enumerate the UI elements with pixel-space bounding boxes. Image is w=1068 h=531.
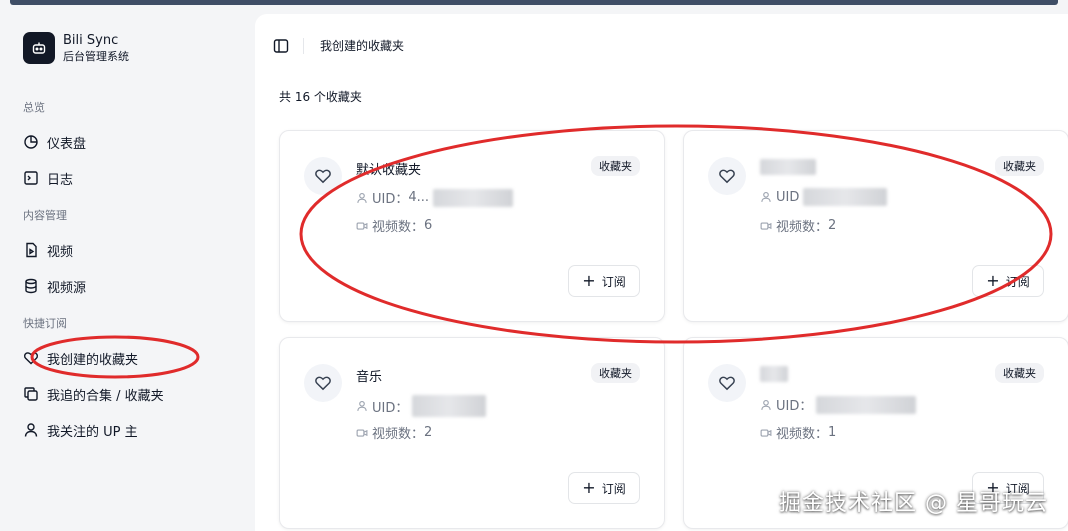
- video-count-value: 1: [828, 425, 837, 440]
- user-icon: [357, 192, 367, 203]
- header-divider: [303, 38, 304, 54]
- video-count-label: 视频数：: [776, 220, 829, 235]
- dashboard-icon: [24, 135, 38, 149]
- video-count-label: 视频数：: [372, 220, 425, 235]
- video-count-value: 2: [828, 218, 837, 233]
- brand-title: Bili Sync: [63, 33, 119, 48]
- sidebar-item-my-favorites[interactable]: 我创建的收藏夹: [23, 346, 138, 370]
- terminal-icon: [24, 171, 38, 185]
- heart-icon: [23, 352, 39, 365]
- type-badge: 收藏夹: [591, 363, 640, 383]
- section-quick-subscribe-label: 快捷订阅: [23, 317, 67, 330]
- robot-icon: [23, 32, 55, 64]
- heart-icon: [304, 364, 342, 402]
- heart-icon: [304, 157, 342, 195]
- uid-row: UID： 4...: [356, 188, 514, 207]
- favorite-card: 音乐 收藏夹 UID： 视频数： 2 + 订阅: [279, 337, 665, 529]
- brand[interactable]: Bili Sync 后台管理系统: [23, 32, 129, 64]
- video-count-row: 视频数： 6: [356, 216, 432, 235]
- redacted-uid: [803, 188, 888, 206]
- copy-icon: [24, 387, 38, 401]
- video-count-row: 视频数： 1: [760, 423, 836, 442]
- sidebar: Bili Sync 后台管理系统 总览 仪表盘 日志 内容管理 视频 视频源 快…: [0, 5, 255, 531]
- uid-label: UID：: [776, 399, 813, 414]
- plus-icon: +: [986, 271, 1000, 290]
- video-count-row: 视频数： 2: [760, 216, 836, 235]
- subscribe-button[interactable]: + 订阅: [972, 265, 1044, 297]
- sidebar-toggle-icon[interactable]: [273, 38, 289, 54]
- sidebar-item-label: 日志: [47, 172, 74, 188]
- watermark: 掘金技术社区 @ 星哥玩云: [779, 491, 1048, 516]
- type-badge: 收藏夹: [995, 156, 1044, 176]
- video-camera-icon: [760, 428, 772, 437]
- uid-row: UID：: [760, 395, 917, 414]
- sidebar-item-label: 我追的合集 / 收藏夹: [47, 388, 164, 404]
- video-count-label: 视频数：: [776, 427, 829, 442]
- favorite-card: 默认收藏夹 收藏夹 UID： 4... 视频数： 6 + 订阅: [279, 130, 665, 322]
- heart-icon: [708, 364, 746, 402]
- video-count-value: 6: [424, 218, 433, 233]
- breadcrumb: 我创建的收藏夹: [320, 39, 405, 53]
- sidebar-item-followed-up[interactable]: 我关注的 UP 主: [23, 418, 138, 442]
- heart-icon: [708, 157, 746, 195]
- card-title: 音乐: [356, 370, 383, 385]
- video-count-label: 视频数：: [372, 427, 425, 442]
- brand-subtitle: 后台管理系统: [63, 50, 129, 63]
- plus-icon: +: [582, 271, 596, 290]
- user-icon: [24, 423, 38, 437]
- uid-label: UID：: [372, 400, 409, 416]
- database-icon: [25, 278, 37, 294]
- video-count-row: 视频数： 2: [356, 423, 432, 442]
- redacted-uid: [816, 395, 917, 414]
- card-title: [760, 159, 816, 175]
- subscribe-label: 订阅: [601, 274, 626, 289]
- subscribe-label: 订阅: [1005, 274, 1030, 289]
- sidebar-item-followed-collections[interactable]: 我追的合集 / 收藏夹: [23, 382, 164, 406]
- sidebar-item-label: 仪表盘: [47, 136, 87, 152]
- favorite-card: 收藏夹 UID 视频数： 2 + 订阅: [683, 130, 1068, 322]
- sidebar-item-logs[interactable]: 日志: [23, 166, 73, 190]
- video-count-value: 2: [424, 425, 433, 440]
- sidebar-item-label: 我创建的收藏夹: [47, 352, 139, 368]
- section-content-label: 内容管理: [23, 209, 67, 222]
- section-overview-label: 总览: [23, 101, 45, 114]
- type-badge: 收藏夹: [591, 156, 640, 176]
- redacted-title: [760, 366, 788, 382]
- uid-label: UID：: [372, 192, 409, 207]
- sidebar-item-videos[interactable]: 视频: [23, 238, 73, 262]
- sidebar-item-label: 我关注的 UP 主: [47, 424, 138, 440]
- sidebar-item-video-sources[interactable]: 视频源: [23, 274, 86, 298]
- user-icon: [357, 400, 367, 411]
- uid-label: UID: [776, 189, 800, 205]
- uid-value: 4...: [408, 190, 430, 205]
- video-camera-icon: [356, 221, 368, 230]
- sidebar-item-dashboard[interactable]: 仪表盘: [23, 130, 86, 154]
- card-title: [760, 366, 788, 382]
- subscribe-label: 订阅: [601, 481, 626, 496]
- sidebar-item-label: 视频: [47, 244, 74, 260]
- uid-row: UID: [760, 188, 888, 206]
- main-panel: 我创建的收藏夹 共 16 个收藏夹 默认收藏夹 收藏夹 UID： 4... 视频…: [255, 14, 1068, 531]
- redacted-uid: [412, 395, 487, 417]
- redacted-uid: [433, 188, 514, 207]
- uid-row: UID：: [356, 395, 487, 417]
- video-camera-icon: [356, 428, 368, 437]
- sidebar-item-label: 视频源: [47, 280, 87, 296]
- subscribe-button[interactable]: + 订阅: [568, 265, 640, 297]
- plus-icon: +: [582, 478, 596, 497]
- favorites-count: 共 16 个收藏夹: [279, 90, 362, 104]
- video-file-icon: [26, 242, 37, 258]
- video-camera-icon: [760, 221, 772, 230]
- user-icon: [761, 191, 771, 202]
- subscribe-button[interactable]: + 订阅: [568, 472, 640, 504]
- type-badge: 收藏夹: [995, 363, 1044, 383]
- card-title: 默认收藏夹: [356, 163, 422, 178]
- redacted-title: [760, 159, 816, 175]
- user-icon: [761, 399, 771, 410]
